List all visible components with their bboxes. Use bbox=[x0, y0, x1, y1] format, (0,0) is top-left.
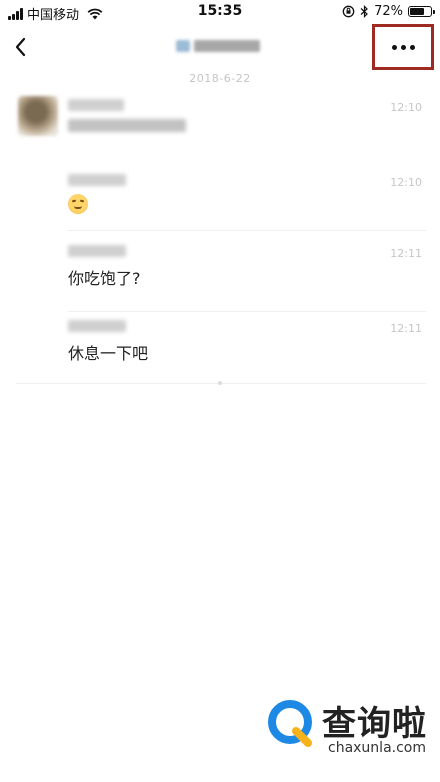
sender-name-redacted bbox=[68, 320, 126, 332]
sender-name-redacted bbox=[68, 245, 126, 257]
sender-name-redacted bbox=[68, 174, 126, 186]
nav-bar bbox=[0, 24, 440, 70]
watermark: 查询啦 chaxunla.com bbox=[266, 696, 436, 760]
message-time: 12:11 bbox=[390, 322, 422, 335]
watermark-url: chaxunla.com bbox=[328, 740, 426, 756]
chat-screen: 中国移动 15:35 72% 2018-6-22 12:10 12:10 12:… bbox=[0, 0, 440, 782]
message-time: 12:11 bbox=[390, 247, 422, 260]
message-item: 12:11 你吃饱了? bbox=[68, 245, 426, 312]
message-time: 12:10 bbox=[390, 101, 422, 114]
battery-percent: 72% bbox=[374, 4, 403, 19]
message-item: 12:11 休息一下吧 bbox=[68, 320, 426, 364]
battery-icon bbox=[408, 6, 435, 17]
avatar[interactable] bbox=[18, 96, 58, 136]
message-time: 12:10 bbox=[390, 176, 422, 189]
watermark-brand: 查询啦 bbox=[322, 704, 427, 744]
smiling-face-emoji bbox=[68, 194, 88, 214]
bluetooth-icon bbox=[360, 5, 368, 18]
rotation-lock-icon bbox=[342, 5, 355, 18]
message-text: 休息一下吧 bbox=[68, 344, 149, 363]
status-bar: 中国移动 15:35 72% bbox=[0, 0, 440, 24]
back-button[interactable] bbox=[8, 32, 38, 62]
message-item: 12:10 bbox=[68, 99, 426, 132]
chat-title-redacted bbox=[176, 38, 264, 54]
more-options-button[interactable] bbox=[372, 24, 434, 70]
date-separator: 2018-6-22 bbox=[189, 72, 251, 85]
message-text: 你吃饱了? bbox=[68, 269, 141, 288]
sender-name-redacted bbox=[68, 99, 124, 111]
message-item: 12:10 bbox=[68, 174, 426, 231]
more-dots-icon bbox=[391, 44, 415, 50]
chevron-left-icon bbox=[15, 37, 26, 57]
chaxunla-logo-icon bbox=[268, 700, 312, 747]
message-text-redacted bbox=[68, 119, 186, 132]
list-end-dot bbox=[218, 381, 222, 385]
